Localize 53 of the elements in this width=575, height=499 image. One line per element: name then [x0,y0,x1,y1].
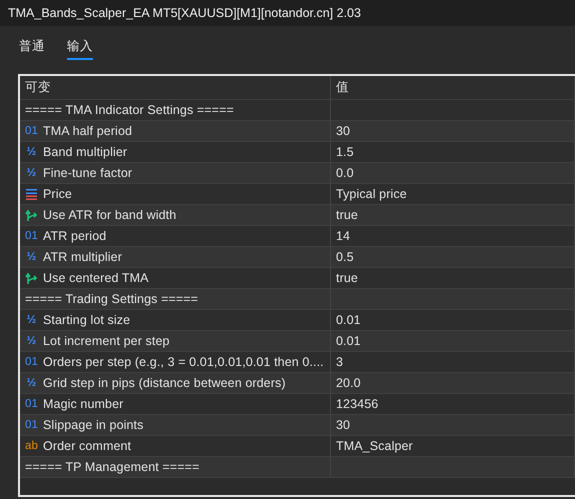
parameter-name: Order comment [43,439,132,453]
parameter-value[interactable]: 3 [336,355,344,369]
column-header: 值 [336,79,350,96]
parameter-value[interactable]: 1.5 [336,145,354,159]
number-type-icon: ½ [25,377,38,389]
parameter-name: Band multiplier [43,145,128,159]
section-heading: ===== TMA Indicator Settings ===== [25,103,234,117]
column-header: 可变 [25,79,52,96]
parameter-name: Starting lot size [43,313,130,327]
parameter-value[interactable]: 30 [336,124,350,138]
parameter-name: ATR period [43,229,106,243]
number-type-icon: ½ [25,146,38,158]
parameter-name: TMA half period [43,124,132,138]
branch-arrow-icon [25,208,38,222]
parameter-value[interactable]: 123456 [336,397,378,411]
number-type-icon: ½ [25,335,38,347]
number-type-icon: 01 [25,230,38,242]
number-type-icon: 01 [25,398,38,410]
tab[interactable]: 普通 [19,38,45,60]
parameter-name: Slippage in points [43,418,144,432]
parameter-value[interactable]: 0.5 [336,250,354,264]
section-heading: ===== TP Management ===== [25,460,200,474]
parameter-value[interactable]: 14 [336,229,350,243]
parameter-value[interactable]: 0.0 [336,166,354,180]
parameter-name: Magic number [43,397,124,411]
parameter-value[interactable]: 30 [336,418,350,432]
section-heading: ===== Trading Settings ===== [25,292,198,306]
parameter-name: Lot increment per step [43,334,170,348]
parameter-name: Orders per step (e.g., 3 = 0.01,0.01,0.01 then 0.... [43,355,324,369]
parameter-name: Use centered TMA [43,271,149,285]
number-type-icon: ½ [25,167,38,179]
parameter-name: Fine-tune factor [43,166,132,180]
number-type-icon: 01 [25,419,38,431]
parameter-value[interactable]: Typical price [336,187,407,201]
number-type-icon: ½ [25,314,38,326]
list-type-icon [25,188,38,200]
number-type-icon: ½ [25,251,38,263]
text-type-icon: ab [25,440,38,452]
branch-arrow-icon [25,272,38,284]
window-title: TMA_Bands_Scalper_EA MT5[XAUUSD][M1][notandor.cn] 2.03 [8,6,361,20]
parameter-value[interactable]: true [336,208,358,222]
tab[interactable]: 输入 [67,38,93,60]
parameter-name: Use ATR for band width [43,208,176,222]
number-type-icon: 01 [25,356,38,368]
parameter-value[interactable]: 0.01 [336,334,361,348]
parameter-value[interactable]: true [336,271,358,285]
parameter-value[interactable]: 0.01 [336,313,361,327]
number-type-icon: 01 [25,125,38,137]
parameter-name: Price [43,187,72,201]
parameter-value[interactable]: 20.0 [336,376,361,390]
parameter-name: Grid step in pips (distance between orders) [43,376,286,390]
parameter-value[interactable]: TMA_Scalper [336,439,413,453]
parameter-name: ATR multiplier [43,250,122,264]
